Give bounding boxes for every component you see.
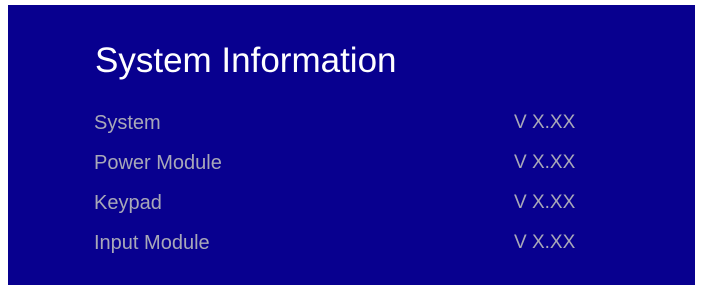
row-value: V X.XX (514, 152, 576, 173)
row-value: V X.XX (514, 232, 576, 253)
row-label: Power Module (94, 152, 222, 174)
version-row-keypad: Keypad V X.XX (94, 191, 614, 231)
row-value: V X.XX (514, 112, 576, 133)
row-label: System (94, 112, 161, 134)
row-label: Keypad (94, 192, 162, 214)
row-value: V X.XX (514, 192, 576, 213)
system-information-screen: System Information System V X.XX Power M… (8, 5, 695, 285)
version-list: System V X.XX Power Module V X.XX Keypad… (94, 111, 614, 271)
page-title: System Information (95, 41, 397, 80)
version-row-system: System V X.XX (94, 111, 614, 151)
version-row-input-module: Input Module V X.XX (94, 231, 614, 271)
row-label: Input Module (94, 232, 210, 254)
version-row-power-module: Power Module V X.XX (94, 151, 614, 191)
